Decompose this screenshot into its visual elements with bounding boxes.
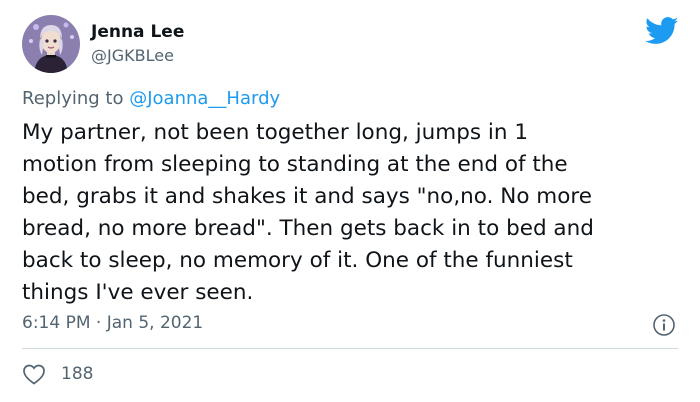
- tweet-text-line: My partner, not been together long, jump…: [22, 120, 528, 145]
- tweet-text-line: bread, no more bread". Then gets back in…: [22, 216, 594, 241]
- info-icon[interactable]: [652, 313, 676, 337]
- tweet-text-line: things I've ever seen.: [22, 280, 254, 305]
- author-handle[interactable]: @JGKBLee: [91, 46, 174, 65]
- twitter-bird-icon[interactable]: [645, 17, 679, 45]
- tweet-text-line: bed, grabs it and shakes it and says "no…: [22, 184, 593, 209]
- tweet-text-line: motion from sleeping to standing at the …: [22, 152, 568, 177]
- replying-to-label: Replying to: [22, 88, 124, 109]
- tweet-text: My partner, not been together long, jump…: [22, 117, 682, 309]
- reply-handle-link[interactable]: @Joanna__Hardy: [129, 88, 280, 109]
- replying-to: Replying to @Joanna__Hardy: [22, 88, 280, 109]
- author-name[interactable]: Jenna Lee: [91, 22, 184, 42]
- divider: [22, 348, 678, 349]
- heart-icon[interactable]: [22, 363, 46, 385]
- like-count: 188: [61, 364, 94, 384]
- tweet-card: Jenna Lee @JGKBLee Replying to @Joanna__…: [0, 0, 700, 402]
- tweet-text-line: back to sleep, no memory of it. One of t…: [22, 248, 573, 273]
- avatar-illustration-icon: [22, 15, 80, 73]
- avatar[interactable]: [22, 15, 80, 73]
- tweet-timestamp[interactable]: 6:14 PM · Jan 5, 2021: [22, 313, 203, 333]
